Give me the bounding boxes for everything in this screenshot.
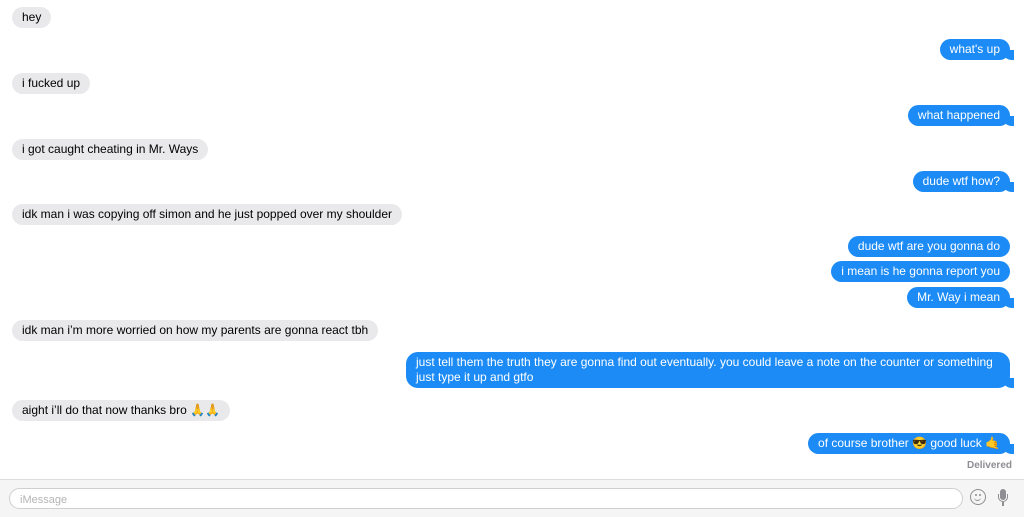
emoji-icon-mouth	[974, 497, 981, 501]
message-incoming: idk man i’m more worried on how my paren…	[7, 320, 379, 341]
microphone-icon-stem	[1002, 502, 1004, 506]
message-transcript: hey what's up i fucked up what happened …	[0, 0, 1024, 479]
microphone-icon[interactable]	[997, 489, 1009, 507]
message-outgoing: what's up	[939, 39, 1015, 60]
message-incoming: aight i’ll do that now thanks bro 🙏🙏	[8, 400, 230, 421]
message-incoming: i fucked up	[7, 73, 91, 94]
message-outgoing: Mr. Way i mean	[907, 287, 1014, 308]
message-input-box[interactable]	[9, 488, 963, 509]
message-input[interactable]	[18, 490, 922, 509]
message-incoming: hey	[7, 7, 52, 28]
message-incoming: i got caught cheating in Mr. Ways	[7, 139, 209, 160]
message-incoming: idk man i was copying off simon and he j…	[8, 204, 402, 225]
message-outgoing: i mean is he gonna report you	[831, 261, 1010, 282]
message-outgoing: dude wtf how?	[912, 171, 1015, 192]
message-outgoing: just tell them the truth they are gonna …	[406, 352, 1014, 388]
message-outgoing: what happened	[907, 105, 1015, 126]
message-composer	[0, 479, 1024, 517]
emoji-icon[interactable]	[970, 489, 986, 505]
delivery-status: Delivered	[966, 460, 1012, 471]
message-outgoing: of course brother 😎 good luck 🤙	[808, 433, 1014, 454]
emoji-icon-eye-right	[979, 494, 981, 496]
message-outgoing: dude wtf are you gonna do	[847, 236, 1010, 257]
microphone-icon-arc	[998, 494, 1008, 502]
emoji-icon-eye-left	[975, 494, 977, 496]
